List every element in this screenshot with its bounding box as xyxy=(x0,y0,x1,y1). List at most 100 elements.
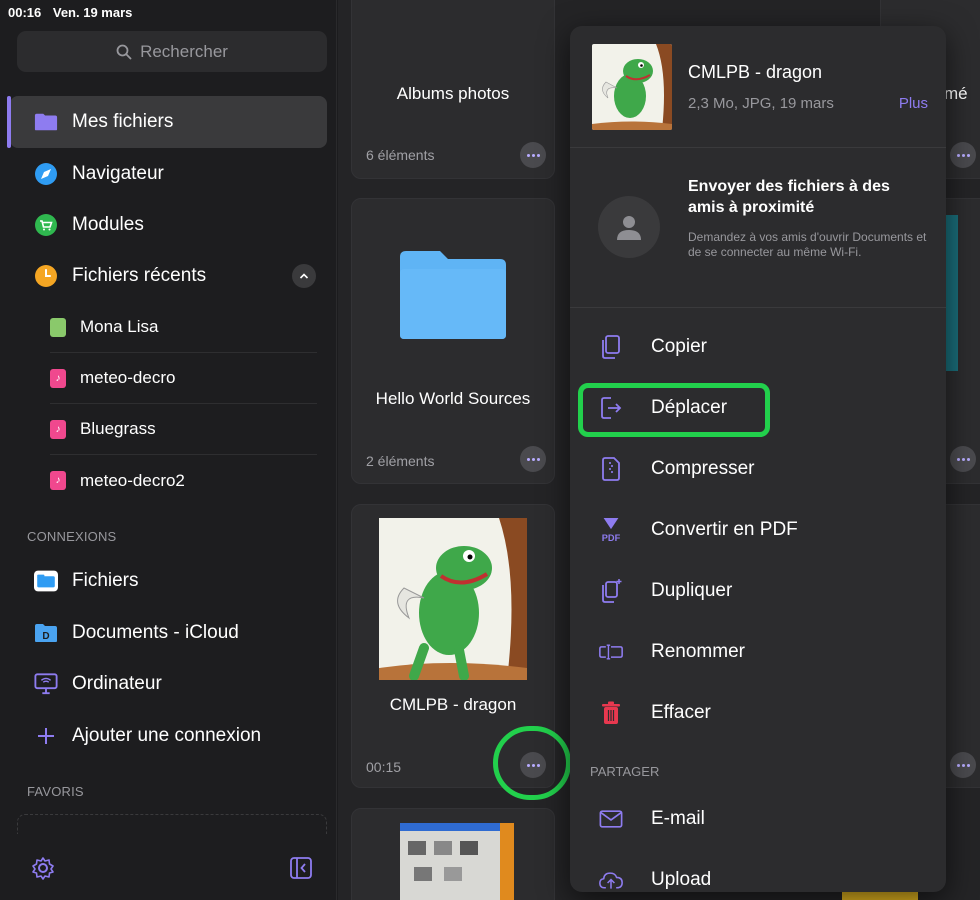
audio-file-icon: ♪ xyxy=(50,471,66,490)
computer-icon xyxy=(34,672,58,696)
more-options-button[interactable] xyxy=(950,142,976,168)
recent-item-bluegrass[interactable]: ♪ Bluegrass xyxy=(50,404,317,455)
recent-item-meteo-decro[interactable]: ♪ meteo-decro xyxy=(50,353,317,404)
cloud-upload-icon xyxy=(599,867,623,892)
folder-icon xyxy=(34,110,58,134)
recent-item-meteo-decro2[interactable]: ♪ meteo-decro2 xyxy=(50,455,317,506)
svg-text:PDF: PDF xyxy=(602,533,621,543)
chevron-up-icon xyxy=(299,273,309,279)
action-label: E-mail xyxy=(651,808,705,829)
sidebar-item-mes-fichiers[interactable]: Mes fichiers xyxy=(7,96,327,148)
more-options-button[interactable] xyxy=(520,446,546,472)
card-title: Albums photos xyxy=(396,84,510,103)
connection-documents-icloud[interactable]: D Documents - iCloud xyxy=(10,607,327,659)
nearby-share-section[interactable]: Envoyer des fichiers à des amis à proxim… xyxy=(570,148,946,308)
action-label: Upload xyxy=(651,869,712,890)
file-info: 2,3 Mo, JPG, 19 mars xyxy=(688,95,834,112)
more-options-button[interactable] xyxy=(950,752,976,778)
files-app-icon xyxy=(34,569,58,593)
nearby-share-title: Envoyer des fichiers à des amis à proxim… xyxy=(688,178,890,216)
sidebar-item-label: Navigateur xyxy=(72,163,164,184)
image-file-icon xyxy=(50,317,66,337)
card-meta: 00:15 xyxy=(366,759,402,775)
card-meta: 6 éléments xyxy=(366,147,435,163)
person-avatar-icon xyxy=(598,196,660,258)
settings-gear-icon[interactable] xyxy=(31,856,55,885)
connection-label: Documents - iCloud xyxy=(72,622,239,643)
more-options-button[interactable] xyxy=(950,446,976,472)
more-options-button[interactable] xyxy=(520,142,546,168)
compass-icon xyxy=(34,162,58,186)
connection-label: Ordinateur xyxy=(72,673,162,694)
highlight-annotation xyxy=(578,383,770,437)
card-title: CMLPB - dragon xyxy=(389,695,517,714)
sidebar-item-label: Fichiers récents xyxy=(72,265,207,286)
connections-header: CONNEXIONS xyxy=(27,529,117,544)
recent-item-label: meteo-decro2 xyxy=(80,470,185,490)
action-label: Effacer xyxy=(651,702,711,723)
card-title-partial: mé xyxy=(944,84,968,103)
trash-icon xyxy=(599,700,623,726)
file-thumbnail xyxy=(592,44,672,130)
action-label: Convertir en PDF xyxy=(651,519,798,540)
action-compresser[interactable]: Compresser xyxy=(570,439,946,499)
popover-header: CMLPB - dragon 2,3 Mo, JPG, 19 mars Plus xyxy=(570,26,946,148)
recent-item-label: meteo-decro xyxy=(80,368,176,387)
search-icon xyxy=(116,44,132,59)
file-name: CMLPB - dragon xyxy=(688,62,823,82)
recent-item-label: Mona Lisa xyxy=(80,317,159,336)
recent-item-mona-lisa[interactable]: Mona Lisa xyxy=(50,302,317,353)
recent-item-label: Bluegrass xyxy=(80,419,156,438)
pdf-icon: PDF xyxy=(599,517,623,543)
action-renommer[interactable]: Renommer xyxy=(570,622,946,682)
collapse-recent-button[interactable] xyxy=(292,264,316,288)
card-meta: 2 éléments xyxy=(366,453,435,469)
action-label: Renommer xyxy=(651,641,745,662)
action-label: Copier xyxy=(651,336,707,357)
partial-thumbnail xyxy=(400,823,514,900)
action-effacer[interactable]: Effacer xyxy=(570,683,946,743)
zip-icon xyxy=(599,456,623,482)
search-placeholder: Rechercher xyxy=(140,41,228,61)
action-convertir-pdf[interactable]: PDF Convertir en PDF xyxy=(570,500,946,560)
search-input[interactable]: Rechercher xyxy=(17,31,327,72)
audio-file-icon: ♪ xyxy=(50,368,66,388)
audio-file-icon: ♪ xyxy=(50,419,66,439)
connection-label: Ajouter une connexion xyxy=(72,725,262,746)
sidebar-item-navigateur[interactable]: Navigateur xyxy=(10,148,327,200)
mail-icon xyxy=(599,806,623,832)
svg-text:D: D xyxy=(42,631,49,642)
sidebar-item-modules[interactable]: Modules xyxy=(10,199,327,251)
sidebar-item-label: Mes fichiers xyxy=(72,111,174,132)
documents-icon: D xyxy=(34,621,58,645)
status-bar: 00:16 Ven. 19 mars xyxy=(8,5,140,20)
favorites-drop-zone xyxy=(17,814,327,834)
sidebar-toggle-icon[interactable] xyxy=(289,856,313,885)
folder-icon xyxy=(400,251,506,339)
action-dupliquer[interactable]: Dupliquer xyxy=(570,561,946,621)
card-partial-bottom[interactable] xyxy=(351,808,555,900)
action-label: Dupliquer xyxy=(651,580,733,601)
action-copier[interactable]: Copier xyxy=(570,317,946,377)
add-connection-button[interactable]: Ajouter une connexion xyxy=(10,710,327,762)
favorites-header: FAVORIS xyxy=(27,784,84,799)
file-actions-popover: CMLPB - dragon 2,3 Mo, JPG, 19 mars Plus… xyxy=(570,26,946,892)
sidebar-item-fichiers-recents[interactable]: Fichiers récents xyxy=(10,250,327,302)
share-section-header: PARTAGER xyxy=(590,764,660,779)
dragon-thumbnail xyxy=(379,518,527,680)
duplicate-icon xyxy=(599,578,623,604)
share-email[interactable]: E-mail xyxy=(570,789,946,849)
card-albums-photos[interactable]: Albums photos 6 éléments xyxy=(351,0,555,179)
rename-icon xyxy=(599,639,623,665)
connection-ordinateur[interactable]: Ordinateur xyxy=(10,658,327,710)
sidebar: 00:16 Ven. 19 mars Rechercher Mes fichie… xyxy=(0,0,337,900)
highlight-annotation xyxy=(493,726,571,800)
card-hello-world-sources[interactable]: Hello World Sources 2 éléments xyxy=(351,198,555,484)
share-upload[interactable]: Upload xyxy=(570,850,946,892)
connection-label: Fichiers xyxy=(72,570,139,591)
clock-icon xyxy=(34,264,58,288)
more-info-link[interactable]: Plus xyxy=(899,95,928,112)
cart-icon xyxy=(34,213,58,237)
copy-icon xyxy=(599,334,623,360)
connection-fichiers[interactable]: Fichiers xyxy=(10,555,327,607)
